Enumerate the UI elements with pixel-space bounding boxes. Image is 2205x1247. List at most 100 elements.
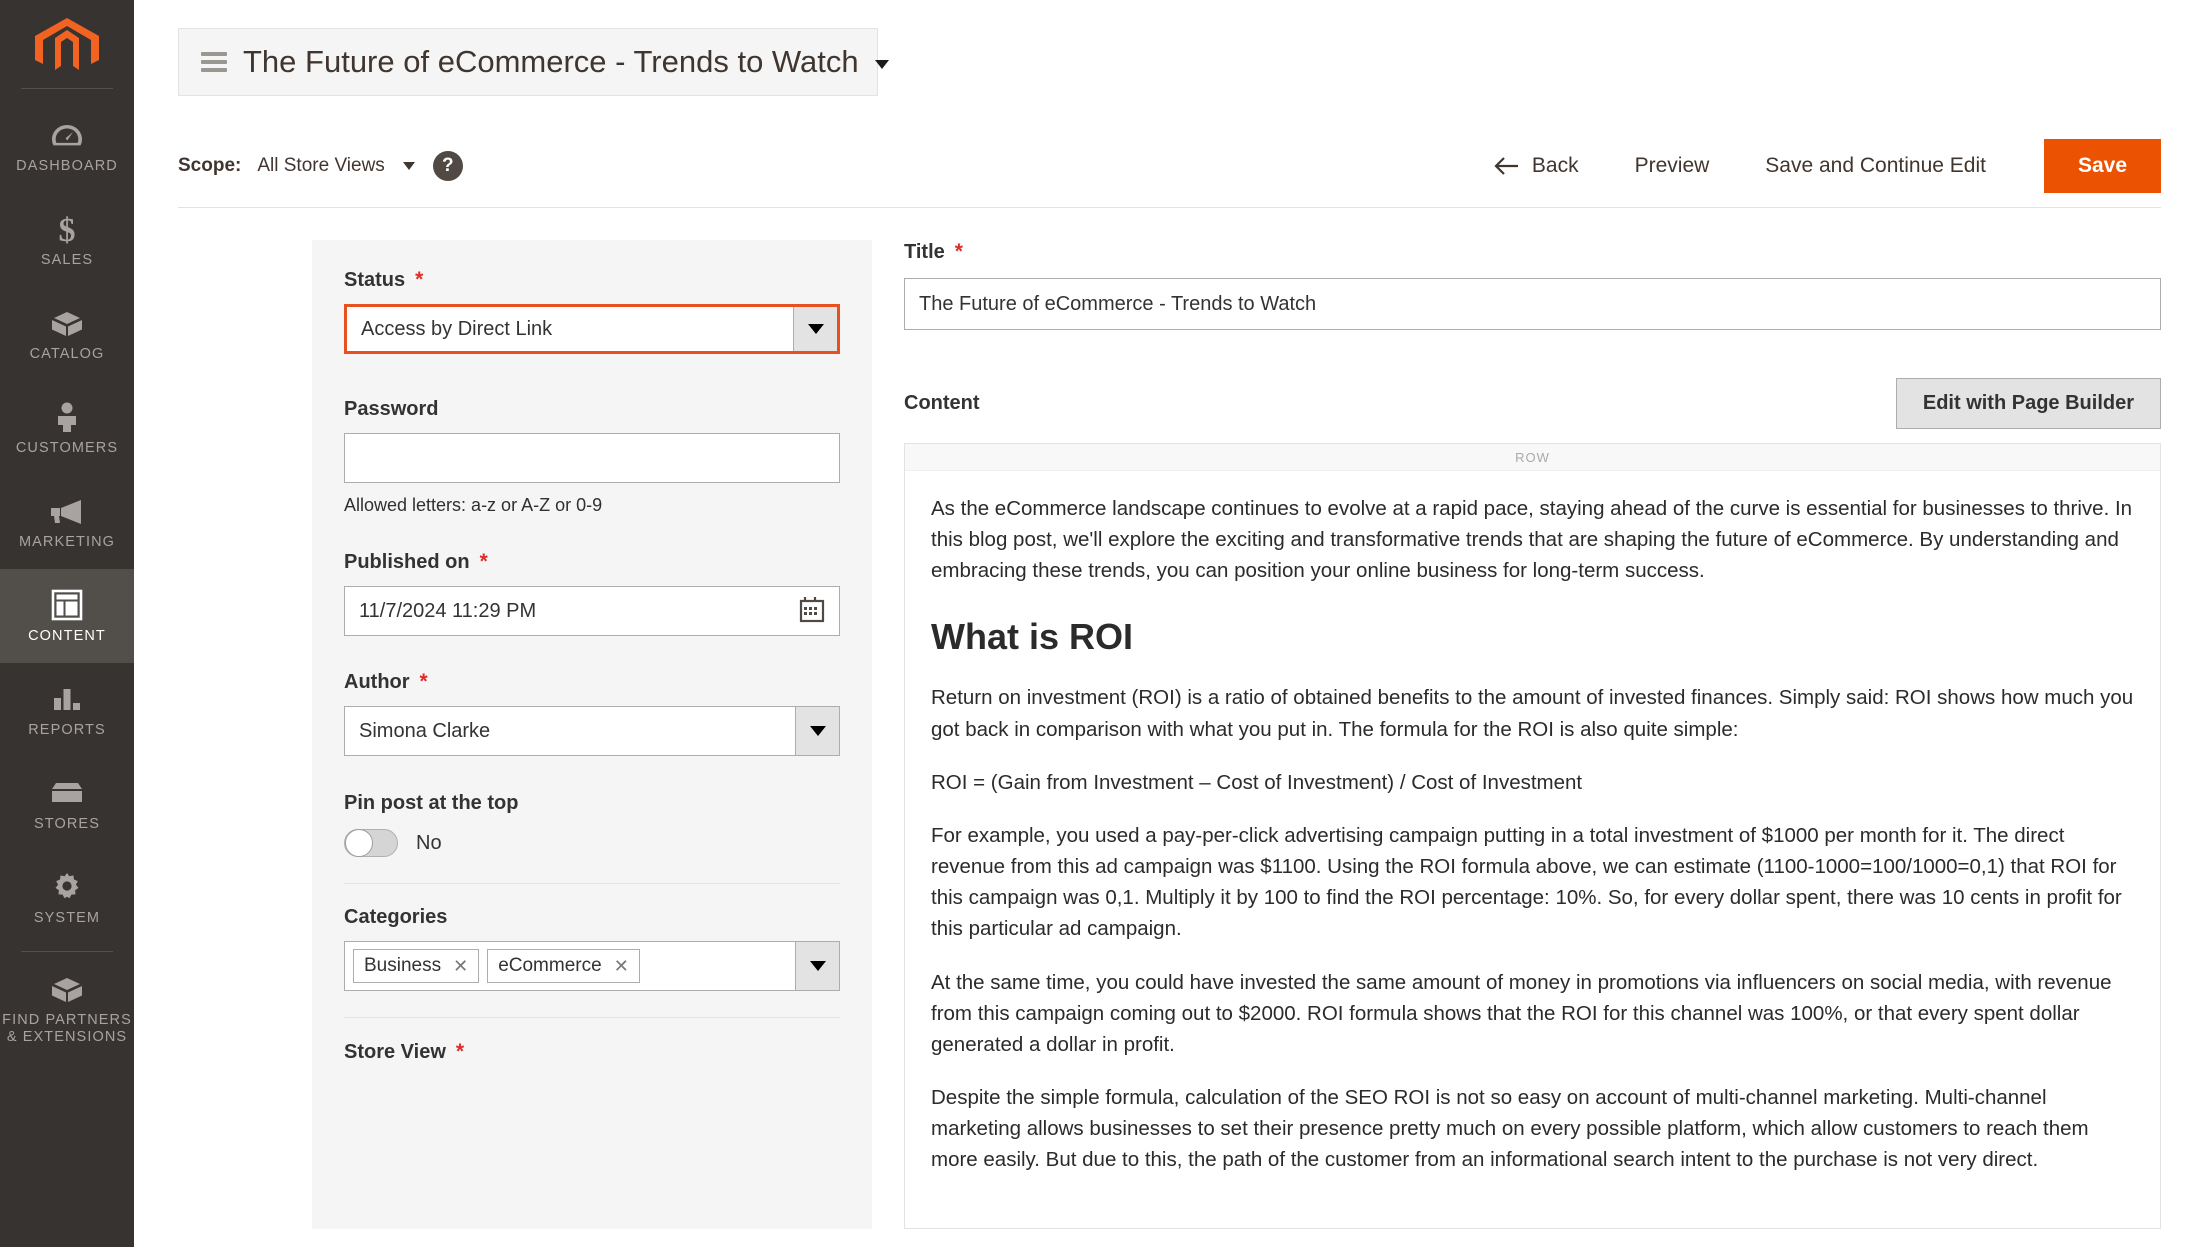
sidebar-divider-top	[21, 88, 113, 89]
password-label-row: Password	[344, 398, 840, 421]
back-button[interactable]: Back	[1466, 154, 1607, 178]
scope-value[interactable]: All Store Views	[257, 155, 384, 177]
chevron-down-icon[interactable]	[793, 307, 837, 351]
sidebar-item-marketing[interactable]: MARKETING	[0, 475, 134, 569]
chevron-down-icon[interactable]	[795, 942, 839, 990]
published-on-input[interactable]	[344, 586, 840, 636]
preview-button[interactable]: Preview	[1607, 154, 1738, 178]
content-label: Content	[904, 392, 980, 415]
page-actions-toolbar: Scope: All Store Views ? Back Preview Sa…	[178, 124, 2161, 208]
scope-switcher[interactable]: Scope: All Store Views	[178, 155, 415, 177]
save-button[interactable]: Save	[2044, 139, 2161, 193]
chevron-down-icon[interactable]	[795, 707, 839, 755]
author-field: Author * Simona Clarke	[344, 670, 840, 756]
status-label-row: Status *	[344, 268, 840, 292]
pin-post-toggle-value: No	[416, 832, 442, 855]
sidebar-item-label: CATALOG	[30, 346, 105, 363]
sidebar-item-sales[interactable]: $ SALES	[0, 193, 134, 287]
sidebar-item-find-partners[interactable]: FIND PARTNERS & EXTENSIONS	[0, 962, 134, 1056]
sidebar-item-reports[interactable]: REPORTS	[0, 663, 134, 757]
required-asterisk: *	[955, 240, 963, 264]
help-icon[interactable]: ?	[433, 151, 463, 181]
published-on-field: Published on *	[344, 550, 840, 636]
back-button-label: Back	[1532, 154, 1579, 178]
author-label-row: Author *	[344, 670, 840, 694]
close-x-icon[interactable]: ✕	[453, 957, 468, 975]
pin-post-field: Pin post at the top No	[344, 792, 840, 857]
sidebar-item-stores[interactable]: STORES	[0, 757, 134, 851]
content-heading: What is ROI	[931, 616, 2134, 658]
content-paragraph: Despite the simple formula, calculation …	[931, 1082, 2134, 1175]
password-label: Password	[344, 398, 438, 421]
content-paragraph: At the same time, you could have investe…	[931, 967, 2134, 1060]
sidebar-item-catalog[interactable]: CATALOG	[0, 287, 134, 381]
form-body: Status * Access by Direct Link Password …	[312, 240, 2205, 1229]
sidebar-item-label: FIND PARTNERS & EXTENSIONS	[2, 1012, 132, 1045]
sidebar-item-content[interactable]: CONTENT	[0, 569, 134, 663]
left-form-panel: Status * Access by Direct Link Password …	[312, 240, 872, 1229]
title-input[interactable]	[904, 278, 2161, 330]
page-title: The Future of eCommerce - Trends to Watc…	[243, 44, 859, 80]
status-field: Status * Access by Direct Link	[344, 268, 840, 354]
content-paragraph: Return on investment (ROI) is a ratio of…	[931, 682, 2134, 744]
required-asterisk: *	[420, 670, 428, 694]
right-form-panel: Title * Content Edit with Page Builder R…	[904, 240, 2205, 1229]
box-icon	[50, 306, 84, 340]
chevron-down-icon[interactable]	[875, 60, 889, 69]
gear-icon	[52, 870, 82, 904]
find-partners-line1: FIND PARTNERS	[2, 1012, 132, 1028]
toolbar-actions: Back Preview Save and Continue Edit Save	[1466, 139, 2161, 193]
scope-label: Scope:	[178, 155, 241, 177]
author-select-value: Simona Clarke	[345, 707, 795, 755]
page-title-bar: The Future of eCommerce - Trends to Watc…	[178, 28, 878, 96]
partners-box-icon	[50, 972, 84, 1006]
edit-with-page-builder-button[interactable]: Edit with Page Builder	[1896, 378, 2161, 429]
content-paragraph: ROI = (Gain from Investment – Cost of In…	[931, 767, 2134, 798]
sidebar-item-customers[interactable]: CUSTOMERS	[0, 381, 134, 475]
category-tag-label: eCommerce	[498, 955, 601, 977]
magento-logo-icon[interactable]	[28, 14, 106, 76]
row-label: ROW	[905, 444, 2160, 470]
category-tag[interactable]: Business ✕	[353, 949, 479, 983]
toggle-knob	[345, 829, 373, 857]
pin-post-toggle-row: No	[344, 829, 840, 857]
author-select[interactable]: Simona Clarke	[344, 706, 840, 756]
sidebar-item-dashboard[interactable]: DASHBOARD	[0, 99, 134, 193]
published-on-label: Published on	[344, 551, 470, 574]
pin-post-toggle[interactable]	[344, 829, 398, 857]
content-paragraph: As the eCommerce landscape continues to …	[931, 493, 2134, 586]
content-header: Content Edit with Page Builder	[904, 378, 2161, 429]
admin-page: DASHBOARD $ SALES CATALOG CUSTOMERS MARK…	[0, 0, 2205, 1247]
find-partners-line2: & EXTENSIONS	[7, 1029, 127, 1045]
content-paragraph: For example, you used a pay-per-click ad…	[931, 820, 2134, 945]
svg-text:$: $	[59, 212, 76, 246]
store-view-label-row: Store View *	[344, 1040, 840, 1064]
published-on-input-wrap	[344, 586, 840, 636]
sidebar-item-system[interactable]: SYSTEM	[0, 851, 134, 945]
dashboard-gauge-icon	[51, 118, 83, 152]
main-content: The Future of eCommerce - Trends to Watc…	[134, 0, 2205, 1247]
status-select[interactable]: Access by Direct Link	[344, 304, 840, 354]
close-x-icon[interactable]: ✕	[614, 957, 629, 975]
arrow-left-icon	[1494, 156, 1520, 176]
calendar-icon[interactable]	[798, 596, 826, 629]
password-input[interactable]	[344, 433, 840, 483]
status-label: Status	[344, 269, 405, 292]
sidebar-item-label: DASHBOARD	[16, 158, 118, 175]
layout-blocks-icon	[51, 588, 83, 622]
chevron-down-icon[interactable]	[403, 162, 415, 170]
categories-field: Categories Business ✕ eCommerce ✕	[344, 906, 840, 991]
hamburger-menu-icon[interactable]	[201, 52, 227, 72]
required-asterisk: *	[456, 1040, 464, 1064]
main-sidebar: DASHBOARD $ SALES CATALOG CUSTOMERS MARK…	[0, 0, 134, 1247]
storefront-icon	[50, 776, 84, 810]
page-builder-stage[interactable]: ROW As the eCommerce landscape continues…	[904, 443, 2161, 1229]
sidebar-item-label: SYSTEM	[34, 910, 100, 927]
sidebar-divider-bottom	[21, 951, 113, 952]
categories-multiselect[interactable]: Business ✕ eCommerce ✕	[344, 941, 840, 991]
sidebar-item-label: REPORTS	[28, 722, 106, 739]
category-tag[interactable]: eCommerce ✕	[487, 949, 640, 983]
content-row[interactable]: As the eCommerce landscape continues to …	[905, 470, 2160, 1228]
sidebar-item-label: CUSTOMERS	[16, 440, 118, 457]
save-and-continue-edit-button[interactable]: Save and Continue Edit	[1737, 154, 2014, 178]
